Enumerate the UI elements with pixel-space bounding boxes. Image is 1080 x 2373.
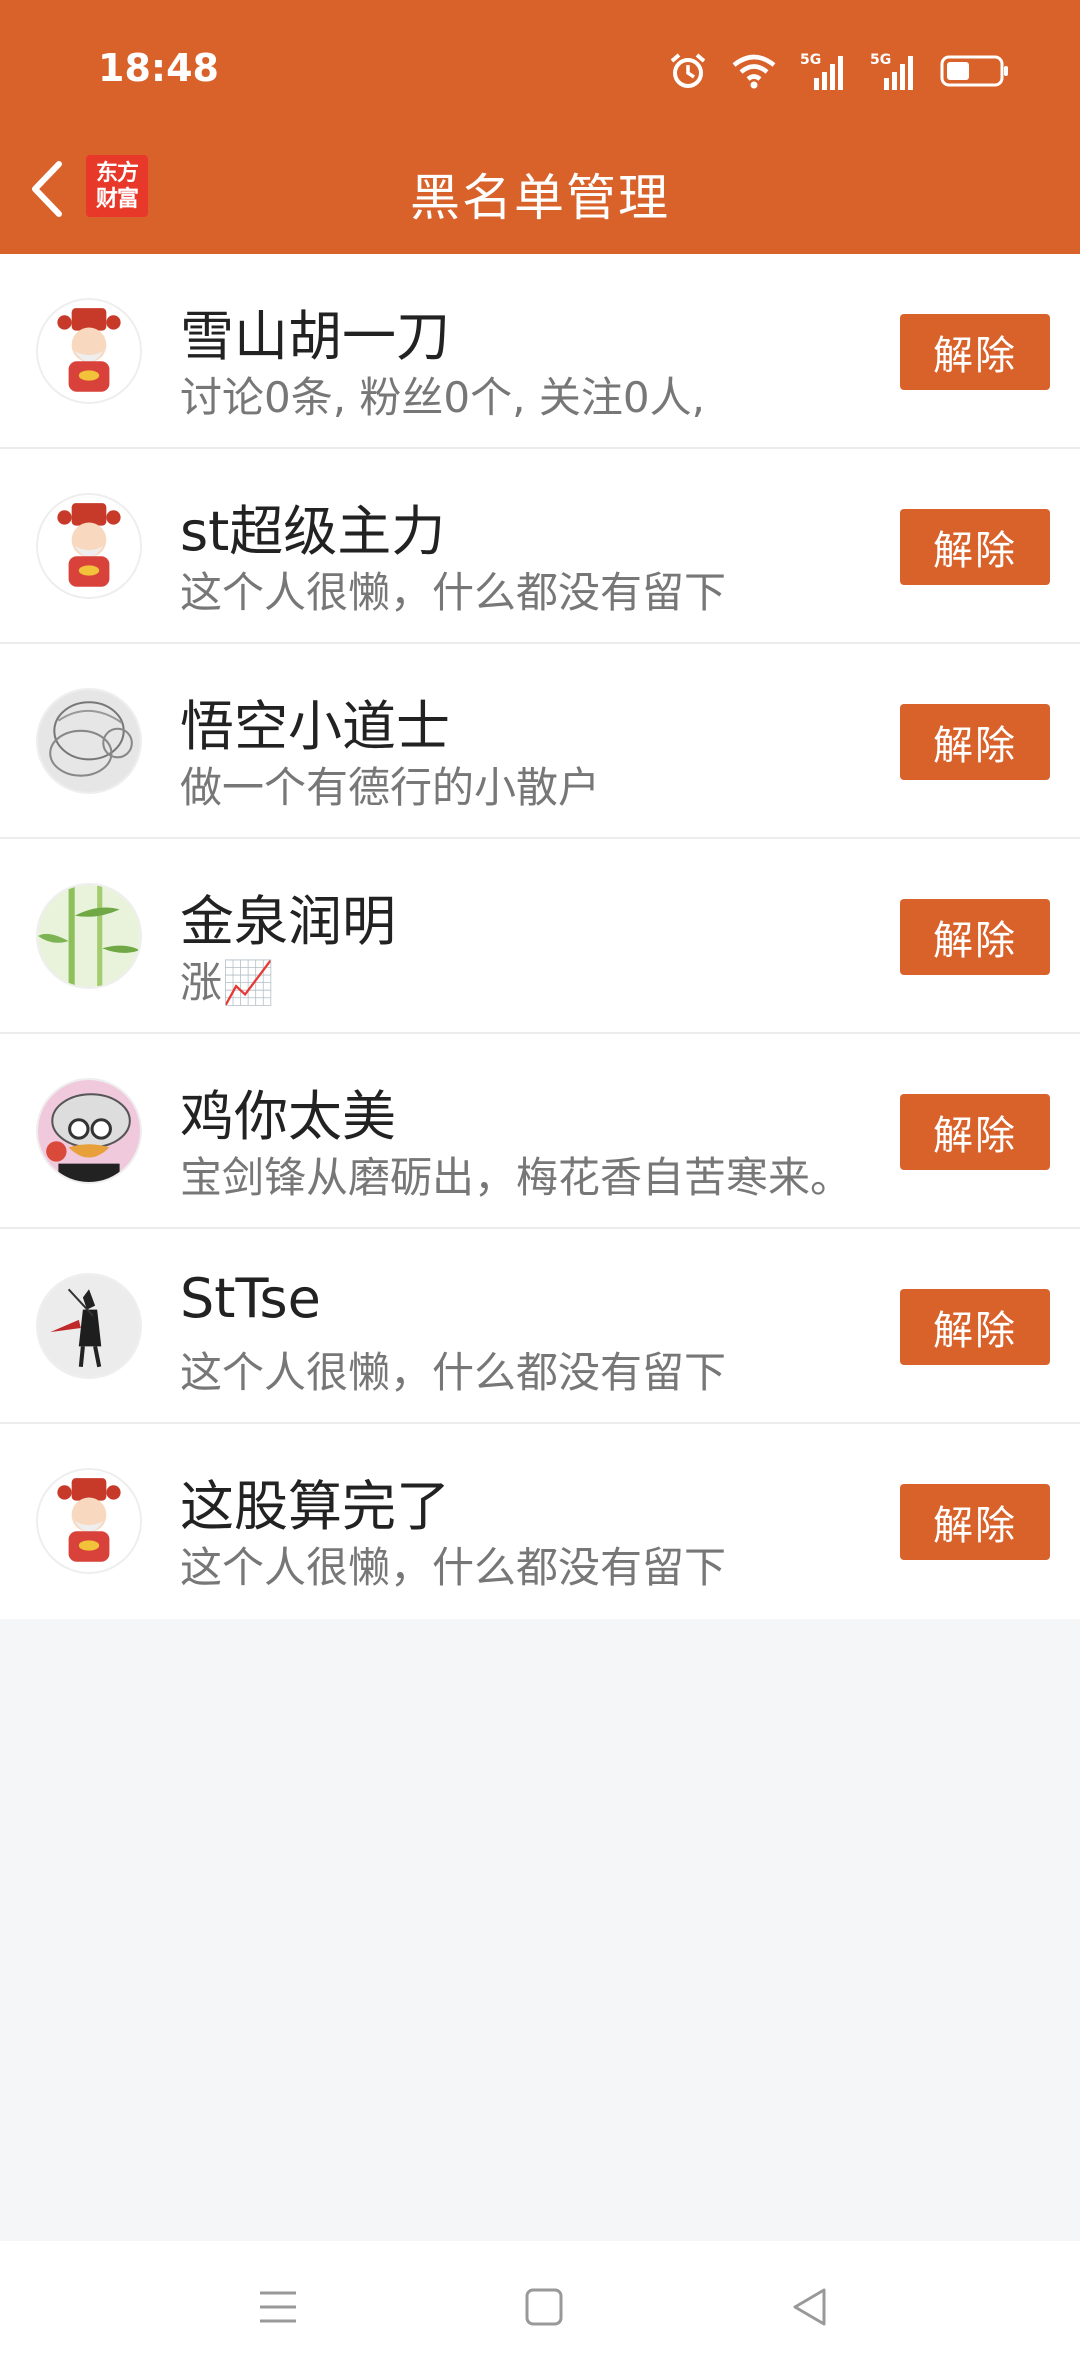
remove-button[interactable]: 解除 xyxy=(900,899,1050,975)
remove-button[interactable]: 解除 xyxy=(900,1484,1050,1560)
list-item: st超级主力 这个人很懒，什么都没有留下 解除 xyxy=(0,449,1080,644)
user-name[interactable]: 鸡你太美 xyxy=(180,1072,396,1151)
user-desc: 这个人很懒，什么都没有留下 xyxy=(180,1543,727,1592)
blacklist: 雪山胡一刀 讨论0条, 粉丝0个, 关注0人, 解除 st超级主力 这个人很懒，… xyxy=(0,254,1080,1619)
user-desc: 涨📈 xyxy=(180,958,275,1007)
user-desc: 这个人很懒，什么都没有留下 xyxy=(180,1348,727,1397)
user-name[interactable]: 这股算完了 xyxy=(180,1462,450,1541)
list-item: 雪山胡一刀 讨论0条, 粉丝0个, 关注0人, 解除 xyxy=(0,254,1080,449)
sketch-avatar-icon xyxy=(38,690,140,792)
remove-button[interactable]: 解除 xyxy=(900,1289,1050,1365)
remove-button[interactable]: 解除 xyxy=(900,314,1050,390)
user-name[interactable]: 雪山胡一刀 xyxy=(180,292,450,371)
avatar[interactable] xyxy=(36,493,142,599)
list-item: 悟空小道士 做一个有德行的小散户 解除 xyxy=(0,644,1080,839)
home-icon[interactable] xyxy=(524,2287,564,2327)
fortune-god-avatar-icon xyxy=(57,308,121,392)
list-item: 这股算完了 这个人很懒，什么都没有留下 解除 xyxy=(0,1424,1080,1619)
user-name[interactable]: StTse xyxy=(180,1267,321,1330)
user-desc: 宝剑锋从磨砺出，梅花香自苦寒来。 xyxy=(180,1153,853,1202)
avatar[interactable] xyxy=(36,1468,142,1574)
battery-icon xyxy=(940,55,1008,87)
back-triangle-icon[interactable] xyxy=(790,2287,830,2327)
user-desc: 做一个有德行的小散户 xyxy=(180,763,601,812)
avatar[interactable] xyxy=(36,1078,142,1184)
system-nav-bar xyxy=(0,2241,1080,2373)
user-name[interactable]: 金泉润明 xyxy=(180,877,396,956)
ink-figure-avatar-icon xyxy=(38,1275,140,1377)
avatar[interactable] xyxy=(36,1273,142,1379)
user-desc: 讨论0条, 粉丝0个, 关注0人, xyxy=(180,373,705,422)
user-name[interactable]: 悟空小道士 xyxy=(180,682,450,761)
alarm-icon xyxy=(670,53,706,88)
fortune-god-avatar-icon xyxy=(57,1478,121,1562)
signal-5g-icon: 5G xyxy=(870,52,913,90)
svg-text:5G: 5G xyxy=(870,52,891,68)
remove-button[interactable]: 解除 xyxy=(900,1094,1050,1170)
menu-icon[interactable] xyxy=(258,2287,298,2327)
bamboo-avatar-icon xyxy=(38,885,140,987)
fortune-god-avatar-icon xyxy=(57,503,121,587)
remove-button[interactable]: 解除 xyxy=(900,509,1050,585)
status-icons: 5G 5G xyxy=(668,48,1010,94)
status-time: 18:48 xyxy=(98,46,219,90)
avatar[interactable] xyxy=(36,883,142,989)
list-item: StTse 这个人很懒，什么都没有留下 解除 xyxy=(0,1229,1080,1424)
user-name[interactable]: st超级主力 xyxy=(180,487,445,566)
list-item: 鸡你太美 宝剑锋从磨砺出，梅花香自苦寒来。 解除 xyxy=(0,1034,1080,1229)
svg-text:5G: 5G xyxy=(800,52,821,68)
app-header: 18:48 5G 5G 东方 财富 黑名单管理 xyxy=(0,0,1080,254)
signal-5g-icon: 5G xyxy=(800,52,843,90)
avatar[interactable] xyxy=(36,688,142,794)
wifi-icon xyxy=(732,54,776,89)
user-desc: 这个人很懒，什么都没有留下 xyxy=(180,568,727,617)
list-item: 金泉润明 涨📈 解除 xyxy=(0,839,1080,1034)
remove-button[interactable]: 解除 xyxy=(900,704,1050,780)
page-title: 黑名单管理 xyxy=(410,169,670,227)
avatar[interactable] xyxy=(36,298,142,404)
cartoon-avatar-icon xyxy=(38,1080,140,1182)
